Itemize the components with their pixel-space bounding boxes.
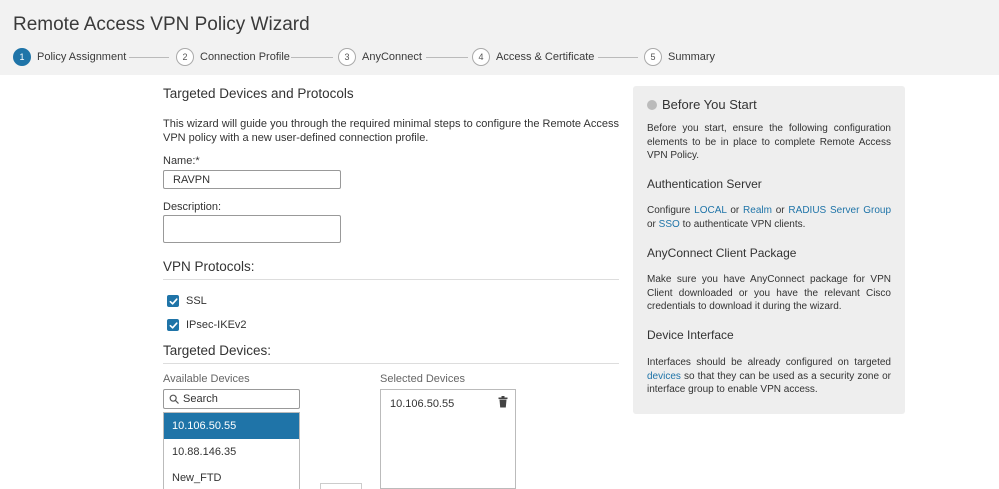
ssl-label: SSL	[186, 295, 207, 307]
panel-title: Before You Start	[647, 97, 757, 112]
step-connector	[598, 57, 638, 58]
step-connection-profile[interactable]: 2 Connection Profile	[176, 47, 290, 67]
step-number: 5	[644, 48, 662, 66]
anyconnect-package-title: AnyConnect Client Package	[647, 246, 797, 260]
radius-server-group-link[interactable]: RADIUS Server Group	[788, 205, 891, 216]
trash-icon[interactable]	[498, 396, 508, 411]
selected-devices-list: 10.106.50.55	[380, 389, 516, 489]
step-number: 1	[13, 48, 31, 66]
step-number: 3	[338, 48, 356, 66]
step-connector	[129, 57, 169, 58]
description-input[interactable]	[163, 215, 341, 243]
text-fragment: so that they can be used as a security z…	[647, 370, 891, 396]
panel-title-text: Before You Start	[662, 97, 757, 112]
local-link[interactable]: LOCAL	[694, 205, 726, 216]
list-item[interactable]: 10.88.146.35	[164, 439, 299, 465]
step-access-certificate[interactable]: 4 Access & Certificate	[472, 47, 594, 67]
selected-devices-label: Selected Devices	[380, 373, 465, 385]
available-devices-label: Available Devices	[163, 373, 250, 385]
divider	[163, 363, 619, 364]
add-device-button[interactable]	[320, 483, 362, 489]
name-input[interactable]: RAVPN	[163, 170, 341, 189]
wizard-intro: This wizard will guide you through the r…	[163, 118, 619, 144]
realm-link[interactable]: Realm	[743, 205, 772, 216]
device-interface-title: Device Interface	[647, 328, 734, 342]
description-label: Description:	[163, 201, 222, 213]
ssl-checkbox[interactable]	[167, 295, 179, 307]
wizard-header: Remote Access VPN Policy Wizard 1 Policy…	[0, 0, 999, 75]
policy-form: Targeted Devices and Protocols This wiza…	[163, 75, 619, 489]
text-fragment: or	[647, 218, 659, 230]
checkmark-icon	[169, 297, 178, 305]
step-number: 2	[176, 48, 194, 66]
list-item: 10.106.50.55	[390, 398, 455, 410]
ipsec-label: IPsec-IKEv2	[186, 319, 247, 331]
search-placeholder: Search	[183, 393, 218, 405]
text-fragment: or	[726, 205, 744, 216]
text-fragment: or	[771, 205, 789, 216]
list-item[interactable]: New_FTD	[164, 465, 299, 489]
panel-intro: Before you start, ensure the following c…	[647, 123, 891, 161]
step-label: Connection Profile	[200, 51, 290, 63]
device-search-input[interactable]: Search	[163, 389, 300, 409]
targeted-devices-title: Targeted Devices:	[163, 343, 272, 358]
text-fragment: to authenticate VPN clients.	[679, 218, 806, 230]
sso-link[interactable]: SSO	[659, 219, 680, 230]
step-number: 4	[472, 48, 490, 66]
anyconnect-package-text: Make sure you have AnyConnect package fo…	[647, 274, 891, 312]
devices-link[interactable]: devices	[647, 371, 681, 382]
device-interface-text: Interfaces should be already configured …	[647, 356, 891, 397]
vpn-protocols-title: VPN Protocols:	[163, 259, 255, 274]
info-icon	[647, 99, 657, 110]
available-devices-list: 10.106.50.55 10.88.146.35 New_FTD	[163, 412, 300, 489]
step-anyconnect[interactable]: 3 AnyConnect	[338, 47, 422, 67]
name-label: Name:*	[163, 155, 200, 167]
checkmark-icon	[169, 321, 178, 329]
auth-server-title: Authentication Server	[647, 177, 762, 191]
step-connector	[291, 57, 333, 58]
ipsec-checkbox-row[interactable]: IPsec-IKEv2	[167, 319, 247, 331]
ssl-checkbox-row[interactable]: SSL	[167, 295, 207, 307]
auth-server-text: Configure LOCAL or Realm or RADIUS Serve…	[647, 204, 891, 231]
step-label: Summary	[668, 51, 716, 63]
step-label: Policy Assignment	[37, 51, 127, 63]
step-label: Access & Certificate	[496, 51, 595, 63]
text-fragment: Interfaces should be already configured …	[647, 357, 891, 368]
step-label: AnyConnect	[362, 51, 422, 63]
text-fragment: Configure	[647, 205, 695, 216]
divider	[163, 279, 619, 280]
step-connector	[426, 57, 468, 58]
before-you-start-panel: Before You Start Before you start, ensur…	[633, 86, 905, 414]
ipsec-checkbox[interactable]	[167, 319, 179, 331]
step-policy-assignment[interactable]: 1 Policy Assignment	[13, 47, 126, 67]
step-summary[interactable]: 5 Summary	[644, 47, 715, 67]
page-title: Remote Access VPN Policy Wizard	[13, 14, 310, 35]
search-icon	[169, 394, 179, 404]
section-title: Targeted Devices and Protocols	[163, 86, 354, 101]
list-item[interactable]: 10.106.50.55	[164, 413, 299, 439]
